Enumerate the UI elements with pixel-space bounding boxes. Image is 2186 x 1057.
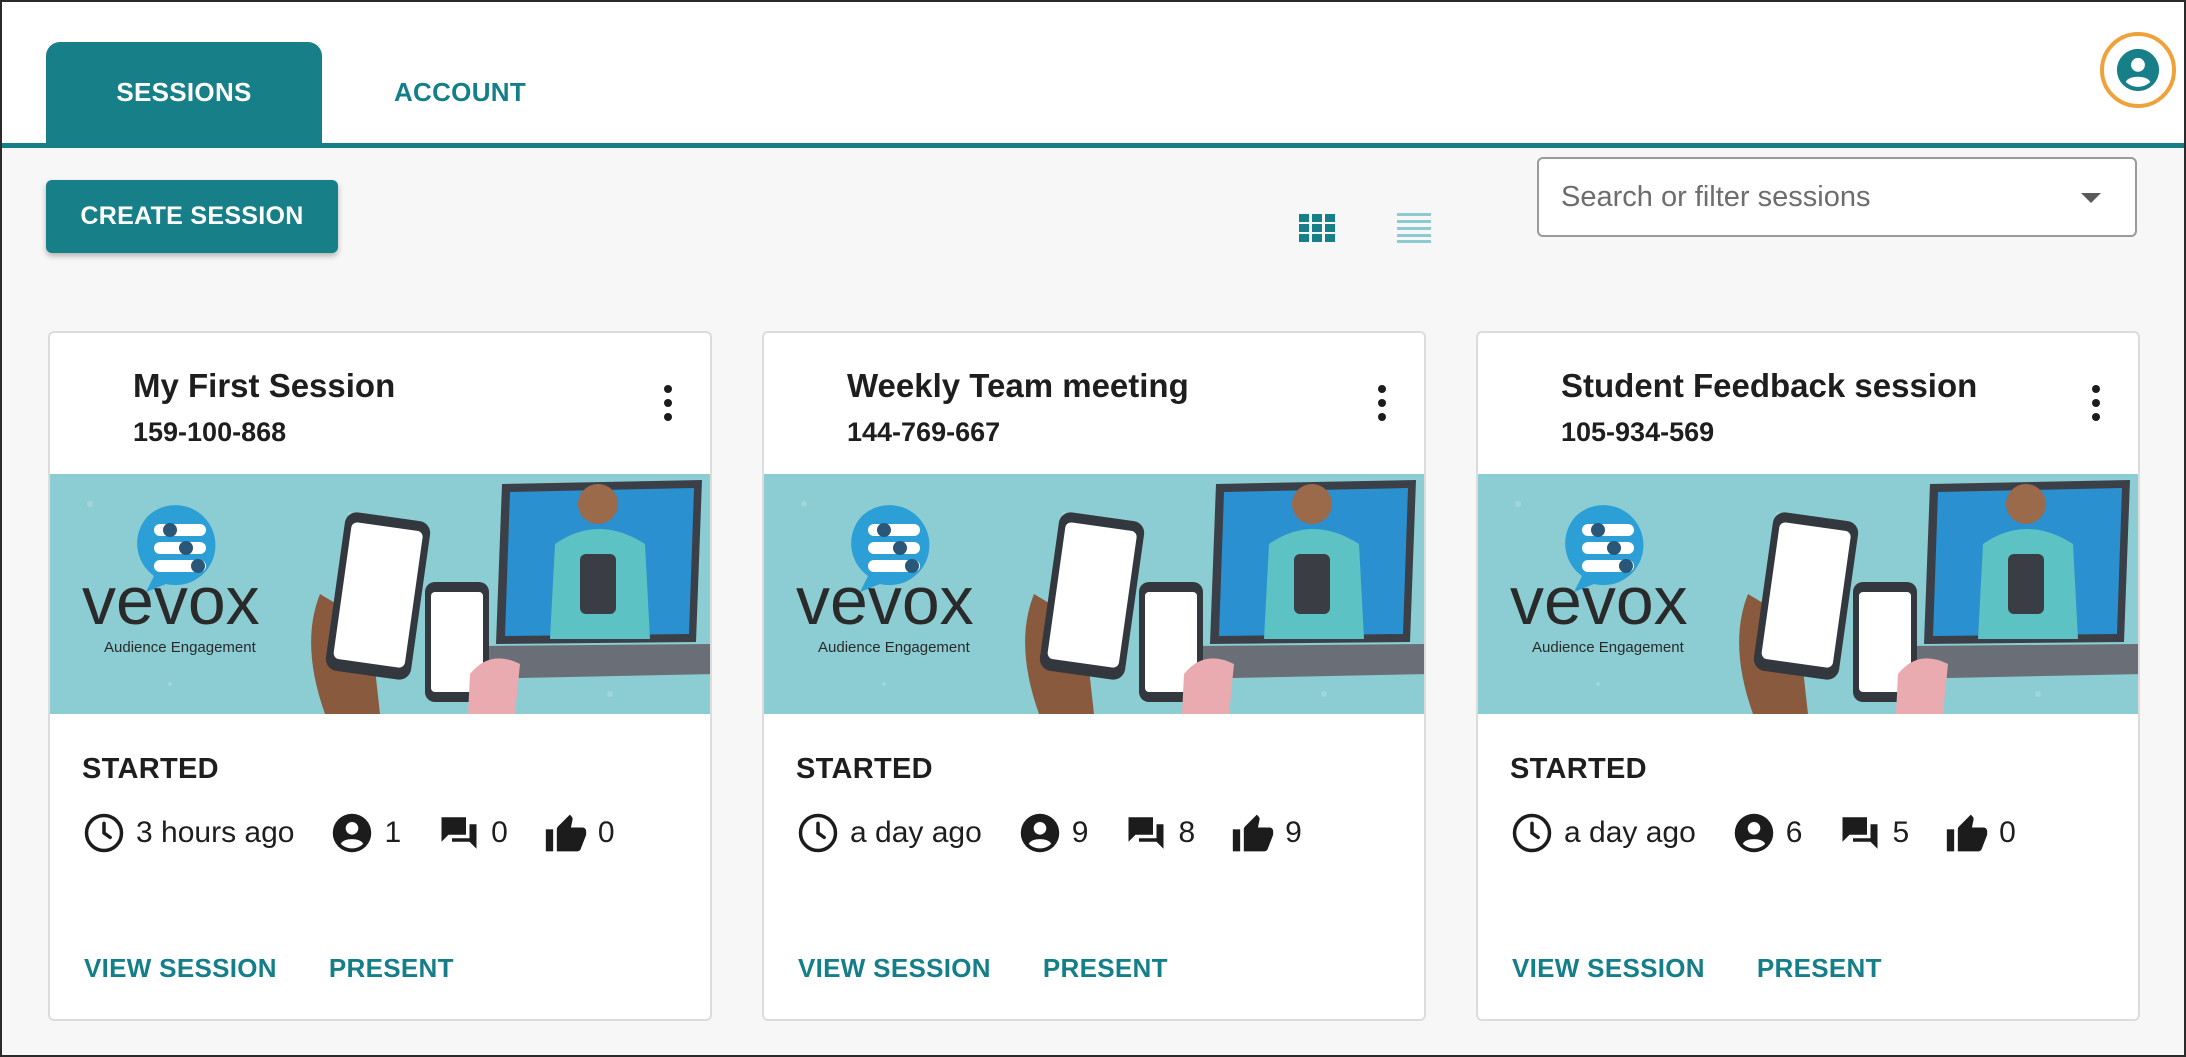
session-banner-image: vevox Audience Engagement [764, 474, 1424, 714]
present-link[interactable]: PRESENT [329, 953, 454, 984]
view-session-link[interactable]: VIEW SESSION [798, 953, 991, 984]
dropdown-caret-icon[interactable] [2081, 193, 2101, 203]
session-title: My First Session [133, 367, 396, 404]
session-code: 159-100-868 [133, 417, 287, 447]
person-icon [1732, 811, 1776, 855]
more-vert-icon[interactable] [1376, 385, 1388, 421]
tab-account[interactable]: ACCOUNT [322, 42, 598, 143]
clock-icon [82, 811, 126, 855]
thumbs-up-icon [1231, 811, 1275, 855]
session-status: STARTED [82, 753, 219, 785]
header-bar: SESSIONS ACCOUNT [2, 2, 2184, 148]
session-card: Student Feedback session 105-934-569 vev… [1476, 331, 2140, 1021]
banner-tagline: Audience Engagement [1532, 639, 1685, 656]
present-link[interactable]: PRESENT [1757, 953, 1882, 984]
grid-view-icon [1299, 214, 1335, 242]
session-search[interactable] [1537, 157, 2137, 237]
session-title: Weekly Team meeting [847, 367, 1189, 404]
more-vert-icon[interactable] [662, 385, 674, 421]
banner-brand: vevox [796, 563, 974, 639]
app-window: SESSIONS ACCOUNT CREATE SESSION Search o… [0, 0, 2186, 1057]
comment-count: 5 [1892, 816, 1910, 849]
session-stats: a day ago 6 5 0 [1510, 810, 2016, 856]
session-status: STARTED [796, 753, 933, 785]
session-status: STARTED [1510, 753, 1647, 785]
banner-brand: vevox [1510, 563, 1688, 639]
chat-icon [1838, 811, 1882, 855]
session-code: 105-934-569 [1561, 417, 1715, 447]
participant-count: 1 [384, 816, 402, 849]
session-card: Weekly Team meeting 144-769-667 vevox Au… [762, 331, 1426, 1021]
profile-button[interactable] [2100, 32, 2176, 108]
session-stats: a day ago 9 8 9 [796, 810, 1302, 856]
chat-icon [1124, 811, 1168, 855]
session-code: 144-769-667 [847, 417, 1001, 447]
grid-view-button[interactable] [1295, 208, 1339, 248]
session-time: 3 hours ago [136, 816, 295, 849]
banner-tagline: Audience Engagement [818, 639, 971, 656]
session-time: a day ago [1564, 816, 1696, 849]
like-count: 0 [1999, 816, 2016, 849]
comment-count: 8 [1178, 816, 1196, 849]
chat-icon [437, 811, 481, 855]
person-icon [1018, 811, 1062, 855]
participant-count: 9 [1071, 816, 1089, 849]
more-vert-icon[interactable] [2090, 385, 2102, 421]
session-card: My First Session 159-100-868 vevox Audie… [48, 331, 712, 1021]
participant-count: 6 [1785, 816, 1803, 849]
present-link[interactable]: PRESENT [1043, 953, 1168, 984]
clock-icon [796, 811, 840, 855]
thumbs-up-icon [1945, 811, 1989, 855]
comment-count: 0 [491, 816, 508, 849]
session-stats: 3 hours ago 1 0 0 [82, 810, 615, 856]
session-title: Student Feedback session [1561, 367, 1978, 404]
session-banner-image: vevox Audience Engagement [1478, 474, 2138, 714]
thumbs-up-icon [544, 811, 588, 855]
banner-brand: vevox [82, 563, 260, 639]
user-circle-icon [2116, 48, 2160, 92]
view-session-link[interactable]: VIEW SESSION [84, 953, 277, 984]
session-banner-image: vevox Audience Engagement [50, 474, 710, 714]
view-session-link[interactable]: VIEW SESSION [1512, 953, 1705, 984]
search-input[interactable] [1561, 180, 2061, 214]
session-time: a day ago [850, 816, 982, 849]
banner-tagline: Audience Engagement [104, 639, 257, 656]
like-count: 9 [1285, 816, 1302, 849]
clock-icon [1510, 811, 1554, 855]
tab-sessions[interactable]: SESSIONS [46, 42, 322, 143]
person-icon [330, 811, 374, 855]
list-view-button[interactable] [1392, 208, 1436, 248]
create-session-button[interactable]: CREATE SESSION [46, 180, 338, 253]
list-view-icon [1397, 213, 1431, 243]
like-count: 0 [597, 816, 615, 849]
